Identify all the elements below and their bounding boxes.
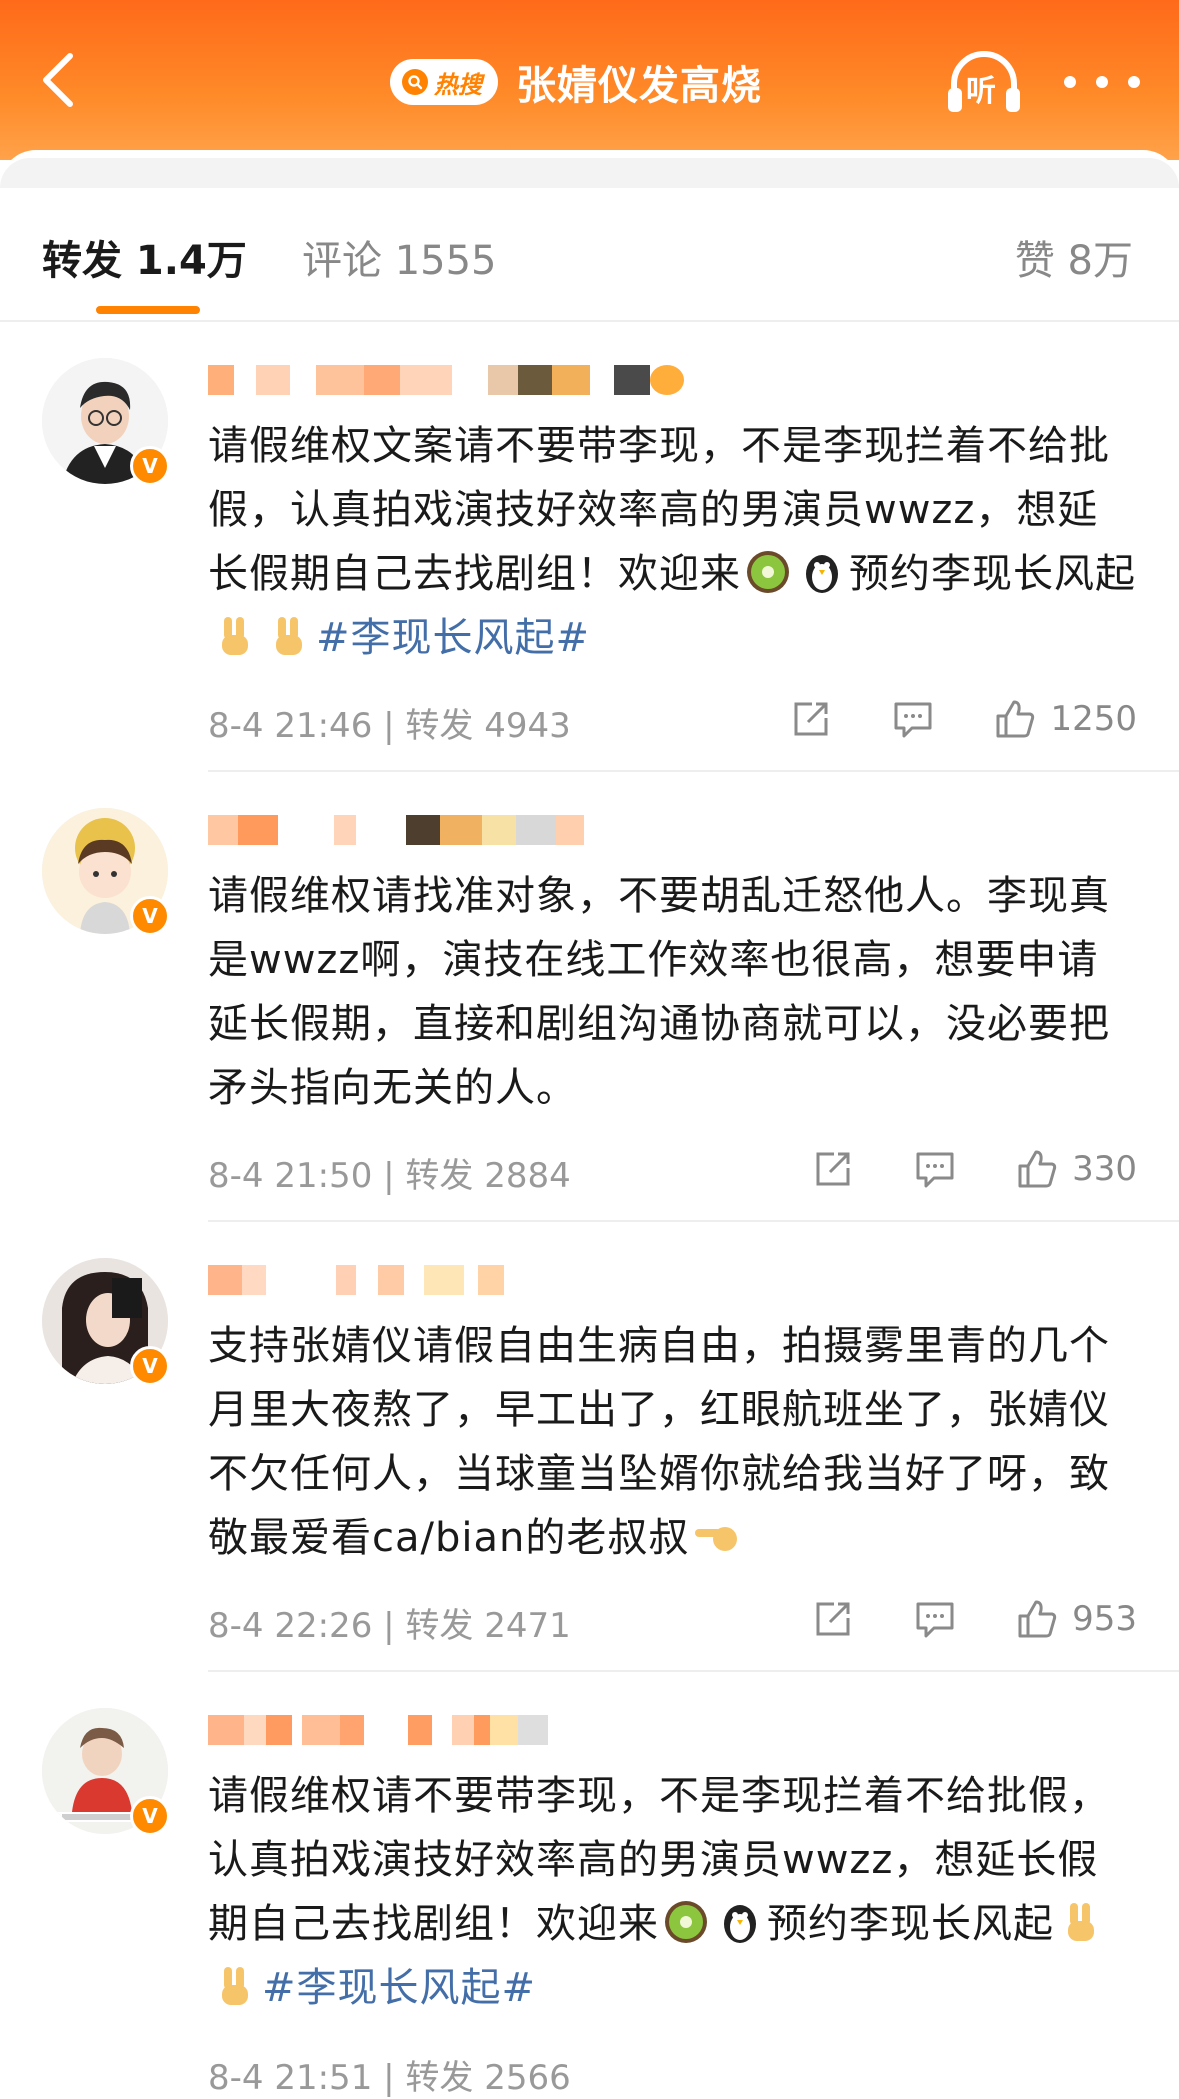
- repost-meta: 8-4 22:26 | 转发 2471: [208, 1606, 571, 1646]
- like-count: 330: [1072, 1149, 1137, 1189]
- comment-text: 请假维权请不要带李现，不是李现拦着不给批假，认真拍戏演技好效率高的男演员wwzz…: [208, 1764, 1138, 2020]
- repost-meta: 8-4 21:50 | 转发 2884: [208, 1156, 571, 1196]
- action-bar: 953: [812, 1598, 1137, 1640]
- penguin-icon: [724, 1905, 756, 1943]
- kiwi-icon: [665, 1901, 707, 1943]
- username-blurred: [208, 1258, 504, 1302]
- hot-search-badge[interactable]: 热搜: [390, 59, 498, 105]
- comment-button[interactable]: [892, 698, 934, 740]
- search-icon: [402, 69, 428, 95]
- pointing-hand-icon: [695, 1527, 738, 1551]
- comment-button[interactable]: [914, 1598, 956, 1640]
- penguin-icon: [806, 555, 838, 593]
- active-tab-indicator: [96, 306, 200, 314]
- tab-repost[interactable]: 转发 1.4万: [42, 228, 247, 286]
- page-title: 张婧仪发高烧: [516, 63, 762, 109]
- share-button[interactable]: [790, 698, 832, 740]
- repost-meta: 8-4 21:46 | 转发 4943: [208, 706, 571, 746]
- like-button[interactable]: 330: [1016, 1148, 1137, 1190]
- hot-badge-label: 热搜: [434, 70, 482, 99]
- thumbs-up-icon: [996, 700, 1035, 738]
- topic-link[interactable]: #李现长风起#: [316, 615, 590, 661]
- share-icon: [794, 702, 828, 736]
- listen-label: 听: [966, 74, 996, 109]
- verified-badge-icon: V: [130, 1796, 170, 1836]
- thumbs-up-icon: [1018, 1150, 1057, 1188]
- listen-button[interactable]: 听: [944, 46, 1024, 116]
- action-bar: 1250: [790, 698, 1137, 740]
- list-item: V 请假维权文案请不要带李现，不是李现拦着不给批假，认真拍戏演技好效率高的男演员…: [0, 322, 1179, 772]
- chevron-left-icon: [43, 53, 73, 107]
- like-button[interactable]: 1250: [994, 698, 1137, 740]
- topic-link[interactable]: #李现长风起#: [262, 1965, 536, 2011]
- thumbs-up-icon: [1018, 1600, 1057, 1638]
- tab-like[interactable]: 赞 8万: [1015, 228, 1133, 286]
- comment-body-tail: 预约李现长风起: [767, 1901, 1054, 1947]
- repost-meta: 8-4 21:51 | 转发 2566: [208, 2058, 571, 2098]
- share-button[interactable]: [812, 1148, 854, 1190]
- victory-hand-icon: [1068, 1903, 1094, 1941]
- victory-hand-icon: [222, 617, 248, 655]
- repost-list: V 请假维权文案请不要带李现，不是李现拦着不给批假，认真拍戏演技好效率高的男演员…: [0, 322, 1179, 2098]
- verified-badge-icon: V: [130, 1346, 170, 1386]
- comment-icon: [916, 1152, 954, 1188]
- list-item: V 请假维权请不要带李现，不是李现拦着不给批假，认真拍戏演技好效率高的男演员ww…: [0, 1672, 1179, 2098]
- victory-hand-icon: [276, 617, 302, 655]
- comment-body: 支持张婧仪请假自由生病自由，拍摄雾里青的几个月里大夜熬了，早工出了，红眼航班坐了…: [208, 1323, 1110, 1561]
- share-icon: [816, 1152, 850, 1186]
- top-bar: 热搜 张婧仪发高烧 听: [0, 0, 1179, 160]
- list-item: V 请假维权请找准对象，不要胡乱迁怒他人。李现真是wwzz啊，演技在线工作效率也…: [0, 772, 1179, 1222]
- more-dots-icon: [1064, 76, 1076, 88]
- comment-text: 请假维权请找准对象，不要胡乱迁怒他人。李现真是wwzz啊，演技在线工作效率也很高…: [208, 873, 1110, 1111]
- action-bar: 330: [812, 1148, 1137, 1190]
- tab-comment[interactable]: 评论 1555: [302, 228, 497, 286]
- username-blurred: [208, 358, 684, 402]
- kiwi-icon: [747, 551, 789, 593]
- username-blurred: [208, 808, 584, 852]
- verified-badge-icon: V: [130, 446, 170, 486]
- verified-badge-icon: V: [130, 896, 170, 936]
- comment-body-tail: 预约李现长风起: [849, 551, 1136, 597]
- share-icon: [816, 1602, 850, 1636]
- title-area: 热搜 张婧仪发高烧: [390, 52, 762, 112]
- like-count: 953: [1072, 1599, 1137, 1639]
- comment-text: 支持张婧仪请假自由生病自由，拍摄雾里青的几个月里大夜熬了，早工出了，红眼航班坐了…: [208, 1314, 1138, 1570]
- card-top-strip: [0, 158, 1179, 188]
- list-item: V 支持张婧仪请假自由生病自由，拍摄雾里青的几个月里大夜熬了，早工出了，红眼航班…: [0, 1222, 1179, 1672]
- comment-text: 请假维权文案请不要带李现，不是李现拦着不给批假，认真拍戏演技好效率高的男演员ww…: [208, 414, 1138, 670]
- like-button[interactable]: 953: [1016, 1598, 1137, 1640]
- comment-icon: [916, 1602, 954, 1638]
- comment-button[interactable]: [914, 1148, 956, 1190]
- share-button[interactable]: [812, 1598, 854, 1640]
- like-count: 1250: [1050, 699, 1137, 739]
- username-blurred: [208, 1708, 548, 1752]
- back-button[interactable]: [28, 40, 88, 120]
- comment-icon: [894, 702, 932, 738]
- detail-tabs: 转发 1.4万 评论 1555 赞 8万: [0, 188, 1179, 322]
- more-button[interactable]: [1064, 60, 1140, 104]
- victory-hand-icon: [222, 1967, 248, 2005]
